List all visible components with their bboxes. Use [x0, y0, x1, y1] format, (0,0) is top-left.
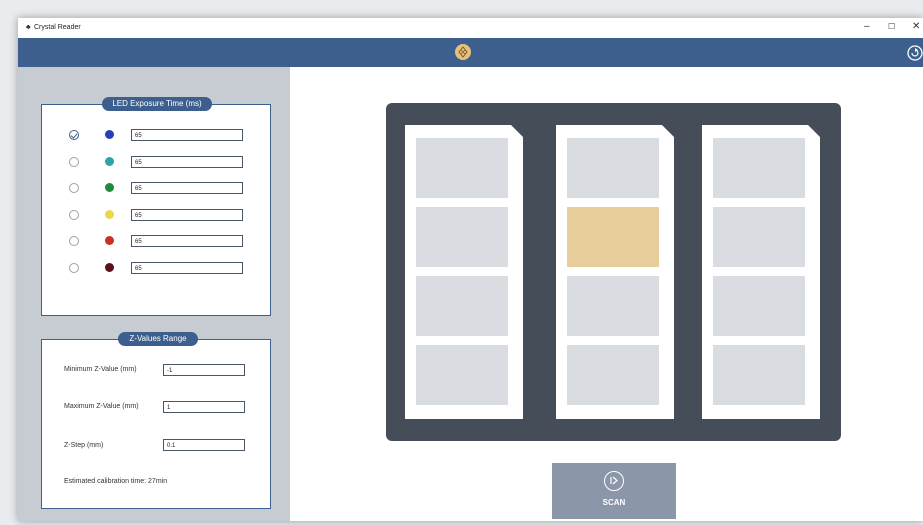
min-z-field[interactable]: -1	[163, 364, 245, 376]
led-color-dot	[105, 262, 114, 272]
z-values-title: Z-Values Range	[118, 332, 198, 346]
led-row: 65	[42, 233, 272, 249]
plate-well[interactable]	[713, 276, 805, 336]
led-row: 65	[42, 260, 272, 276]
plate-tray	[386, 103, 841, 441]
plate-well[interactable]	[713, 345, 805, 405]
minimize-button[interactable]: –	[864, 21, 870, 32]
plate-well[interactable]	[416, 138, 508, 198]
led-row: 65	[42, 127, 272, 143]
plate-well[interactable]	[713, 138, 805, 198]
led-select-radio[interactable]	[69, 262, 79, 273]
plate-well[interactable]	[416, 207, 508, 267]
led-select-radio[interactable]	[69, 236, 79, 246]
max-z-field[interactable]: 1	[163, 401, 245, 413]
max-z-label: Maximum Z-Value (mm)	[64, 403, 139, 410]
settings-panel: LED Exposure Time (ms) 65 65 65 65 65 65 Z-Va…	[18, 67, 290, 521]
led-color-dot	[105, 209, 114, 219]
z-values-box: Z-Values Range Minimum Z-Value (mm) -1 M…	[41, 332, 271, 509]
min-z-label: Minimum Z-Value (mm)	[64, 366, 137, 373]
led-row: 65	[42, 180, 272, 196]
app-header	[18, 38, 923, 67]
led-color-dot	[105, 130, 114, 139]
exposure-input[interactable]: 65	[131, 129, 243, 141]
window-title: Crystal Reader	[34, 24, 81, 31]
exposure-input[interactable]: 65	[131, 261, 243, 274]
led-color-dot	[105, 236, 114, 245]
exposure-input[interactable]: 65	[131, 208, 243, 221]
led-select-radio[interactable]	[69, 183, 79, 193]
led-color-dot	[105, 156, 114, 166]
plate-well[interactable]	[713, 207, 805, 267]
plate-well[interactable]	[567, 207, 659, 267]
crystal-plate[interactable]	[556, 125, 674, 419]
plate-well[interactable]	[567, 138, 659, 198]
plate-well[interactable]	[416, 345, 508, 405]
exposure-input[interactable]: 65	[131, 182, 243, 194]
app-window: ♣ Crystal Reader – ☐ ✕ LED Exposure Time…	[18, 18, 923, 521]
crystal-logo-icon	[455, 44, 471, 60]
plate-well[interactable]	[567, 345, 659, 405]
led-row: 65	[42, 154, 272, 170]
led-select-radio[interactable]	[69, 209, 79, 220]
crystal-plate[interactable]	[405, 125, 523, 419]
z-step-label: Z-Step (mm)	[64, 442, 104, 449]
plate-well[interactable]	[416, 276, 508, 336]
z-step-field[interactable]: 0.1	[163, 439, 245, 451]
app-icon: ♣	[26, 24, 31, 31]
exposure-input[interactable]: 65	[131, 235, 243, 247]
title-bar: ♣ Crystal Reader – ☐ ✕	[18, 18, 923, 38]
crystal-plate[interactable]	[702, 125, 820, 419]
play-icon	[604, 471, 624, 491]
exposure-input[interactable]: 65	[131, 155, 243, 168]
maximize-button[interactable]: ☐	[888, 22, 895, 31]
plate-well[interactable]	[567, 276, 659, 336]
led-color-dot	[105, 183, 114, 192]
refresh-icon[interactable]	[906, 44, 923, 62]
scan-label: SCAN	[602, 498, 626, 507]
led-select-radio[interactable]	[69, 156, 79, 167]
close-button[interactable]: ✕	[912, 21, 920, 32]
led-select-radio[interactable]	[69, 130, 79, 140]
main-area: SCAN	[290, 67, 923, 521]
led-exposure-box: LED Exposure Time (ms) 65 65 65 65 65 65	[41, 97, 272, 316]
calibration-estimate: Estimated calibration time: 27min	[64, 478, 168, 485]
scan-button[interactable]: SCAN	[552, 463, 676, 519]
led-row: 65	[42, 207, 272, 223]
led-exposure-title: LED Exposure Time (ms)	[102, 97, 212, 111]
